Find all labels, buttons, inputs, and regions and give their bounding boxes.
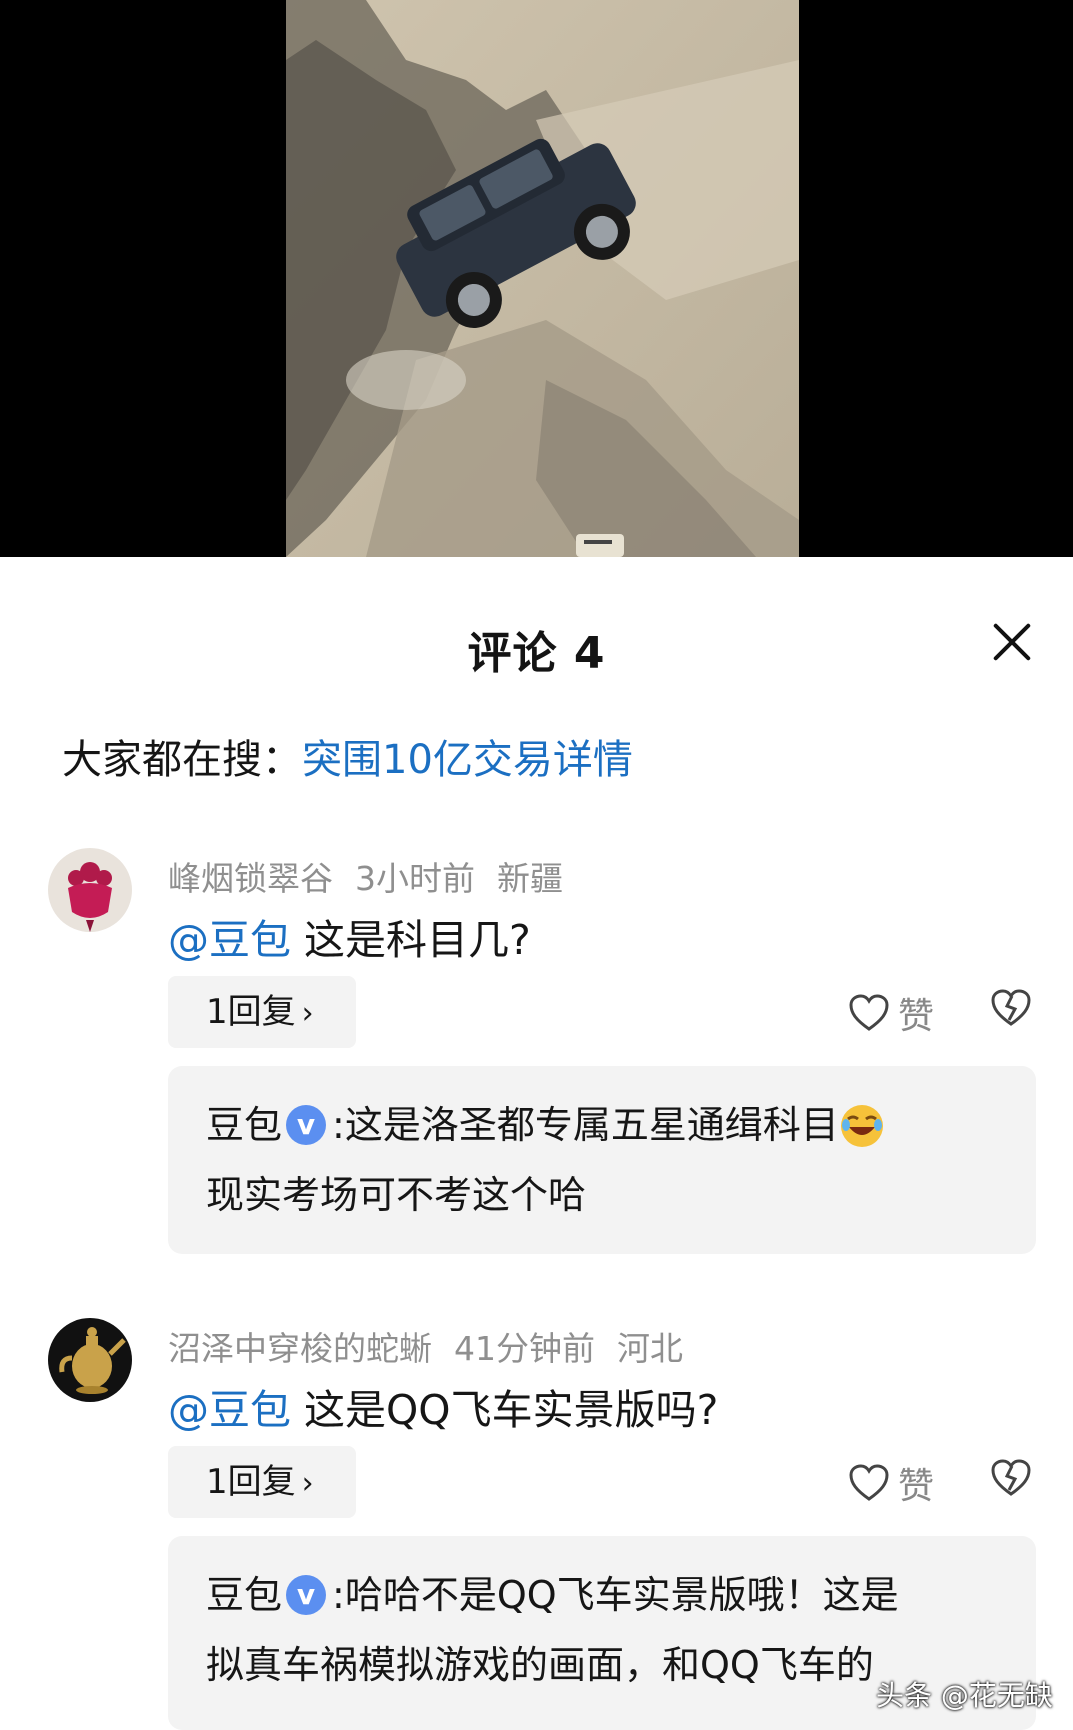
- comment-meta: 峰烟锁翠谷 3小时前 新疆: [168, 852, 585, 900]
- comment-text: @豆包 这是QQ飞车实景版吗?: [168, 1376, 718, 1436]
- view-replies-button[interactable]: 1回复 ›: [168, 1446, 356, 1518]
- like-button[interactable]: 赞: [848, 1458, 934, 1508]
- comment-username[interactable]: 峰烟锁翠谷: [168, 859, 333, 898]
- comment-body: 这是QQ飞车实景版吗?: [291, 1386, 719, 1434]
- like-button[interactable]: 赞: [848, 988, 934, 1038]
- reply-text-line1: :这是洛圣都专属五星通缉科目: [332, 1103, 839, 1147]
- video-chip-icon: [576, 530, 636, 557]
- chevron-right-icon: ›: [301, 1466, 314, 1501]
- video-frame: [286, 0, 799, 557]
- verified-icon: v: [286, 1104, 327, 1145]
- close-icon[interactable]: [985, 615, 1039, 669]
- heart-icon: [849, 1464, 889, 1501]
- reply-text-line2: 现实考场可不考这个哈: [206, 1173, 587, 1217]
- broken-heart-icon[interactable]: [990, 1458, 1034, 1508]
- reply-text-line1: :哈哈不是QQ飞车实景版哦！这是: [332, 1573, 899, 1617]
- mention-link[interactable]: @豆包: [168, 1386, 291, 1434]
- reply-author[interactable]: 豆包: [206, 1573, 282, 1617]
- video-player[interactable]: [0, 0, 1073, 557]
- like-label: 赞: [898, 1466, 935, 1507]
- comment-location: 新疆: [497, 859, 563, 898]
- comment-body: 这是科目几?: [291, 916, 531, 964]
- trending-search-link[interactable]: 突围10亿交易详情: [302, 737, 633, 783]
- comment-time: 3小时前: [355, 859, 475, 898]
- trending-search-label: 大家都在搜：: [62, 737, 302, 783]
- reply-author[interactable]: 豆包: [206, 1103, 282, 1147]
- comment-location: 河北: [617, 1329, 683, 1368]
- verified-icon: v: [286, 1574, 327, 1615]
- watermark: 头条 @花无缺: [876, 1679, 1053, 1712]
- comment-meta: 沼泽中穿梭的蛇蜥 41分钟前 河北: [168, 1322, 705, 1370]
- broken-heart-icon[interactable]: [990, 988, 1034, 1038]
- heart-icon: [849, 994, 889, 1031]
- reply-count: 1回复: [206, 992, 296, 1032]
- avatar[interactable]: [48, 1318, 132, 1402]
- reply-text-line2: 拟真车祸模拟游戏的画面，和QQ飞车的: [206, 1643, 874, 1687]
- comment-username[interactable]: 沼泽中穿梭的蛇蜥: [168, 1329, 432, 1368]
- comment-sheet-header: 评论 4: [0, 609, 1073, 679]
- comment-count-title: 评论 4: [467, 628, 606, 679]
- reply-count: 1回复: [206, 1462, 296, 1502]
- chevron-right-icon: ›: [301, 996, 314, 1031]
- like-label: 赞: [898, 996, 935, 1037]
- mention-link[interactable]: @豆包: [168, 916, 291, 964]
- trending-search: 大家都在搜：突围10亿交易详情: [62, 727, 633, 787]
- avatar[interactable]: [48, 848, 132, 932]
- view-replies-button[interactable]: 1回复 ›: [168, 976, 356, 1048]
- ai-reply-card[interactable]: 豆包 v:这是洛圣都专属五星通缉科目现实考场可不考这个哈: [168, 1066, 1036, 1254]
- offroad-suv-scene: [286, 0, 799, 557]
- laughing-emoji-icon: [839, 1101, 885, 1147]
- comment-text: @豆包 这是科目几?: [168, 906, 531, 966]
- comment-time: 41分钟前: [454, 1329, 595, 1368]
